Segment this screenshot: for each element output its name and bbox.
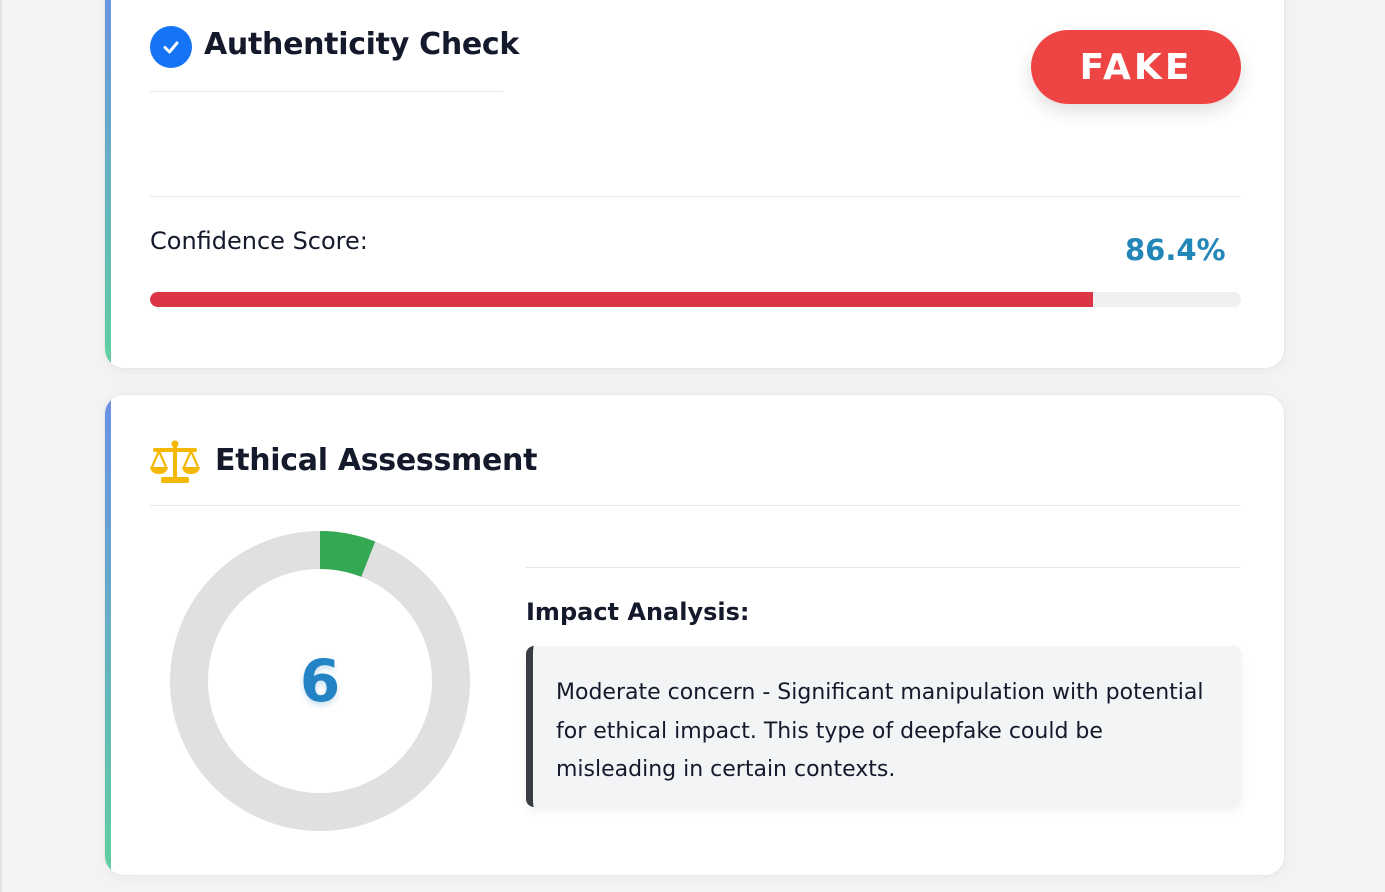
confidence-label: Confidence Score: xyxy=(150,227,368,255)
authenticity-title: Authenticity Check xyxy=(204,27,520,62)
verdict-badge: FAKE xyxy=(1031,30,1241,104)
authenticity-card: Authenticity Check FAKE Confidence Score… xyxy=(104,0,1285,369)
impact-analysis-box: Moderate concern - Significant manipulat… xyxy=(526,646,1241,807)
impact-analysis-heading: Impact Analysis: xyxy=(526,598,750,626)
card-accent-bar xyxy=(105,395,111,875)
divider xyxy=(150,196,1241,197)
divider xyxy=(526,567,1241,568)
page-left-border xyxy=(0,0,2,892)
ethics-score-value: 6 xyxy=(299,647,341,715)
balance-scale-icon xyxy=(150,440,200,483)
ethical-assessment-title: Ethical Assessment xyxy=(215,443,538,478)
check-circle-icon xyxy=(150,26,192,68)
confidence-value: 86.4% xyxy=(1125,233,1226,267)
divider xyxy=(150,505,1241,506)
card-accent-bar xyxy=(105,0,111,368)
ethical-assessment-card: Ethical Assessment 6 Impact Analysis: Mo… xyxy=(104,394,1285,876)
confidence-progress-fill xyxy=(150,292,1093,307)
authenticity-header: Authenticity Check xyxy=(150,26,519,92)
confidence-progress-bar xyxy=(150,292,1241,307)
impact-analysis-text: Moderate concern - Significant manipulat… xyxy=(556,680,1204,782)
